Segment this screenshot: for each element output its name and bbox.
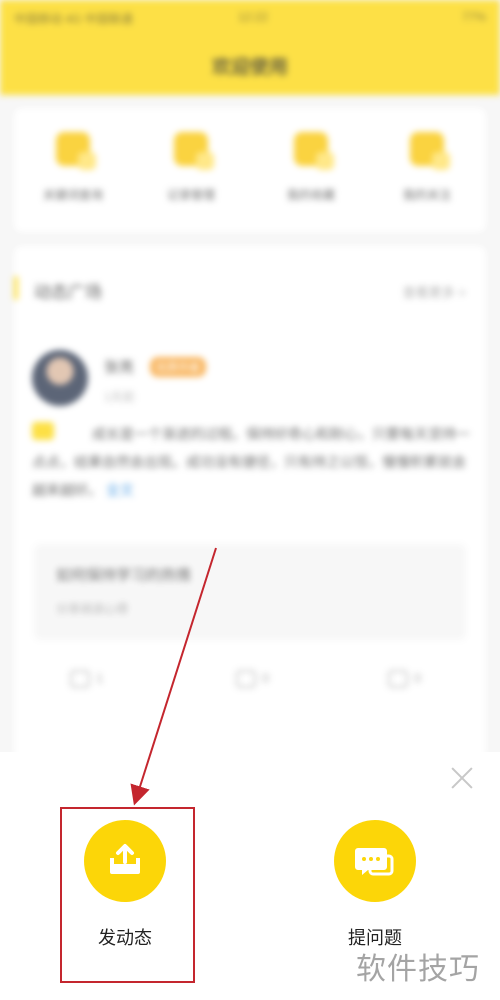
- close-icon[interactable]: [448, 764, 476, 792]
- ask-question-button[interactable]: 提问题: [315, 820, 435, 950]
- watermark: 软件技巧: [356, 952, 480, 987]
- dim-overlay[interactable]: [0, 0, 500, 760]
- chat-glyph: [355, 848, 394, 876]
- chat-icon: [334, 820, 416, 902]
- highlight-box: [60, 807, 195, 983]
